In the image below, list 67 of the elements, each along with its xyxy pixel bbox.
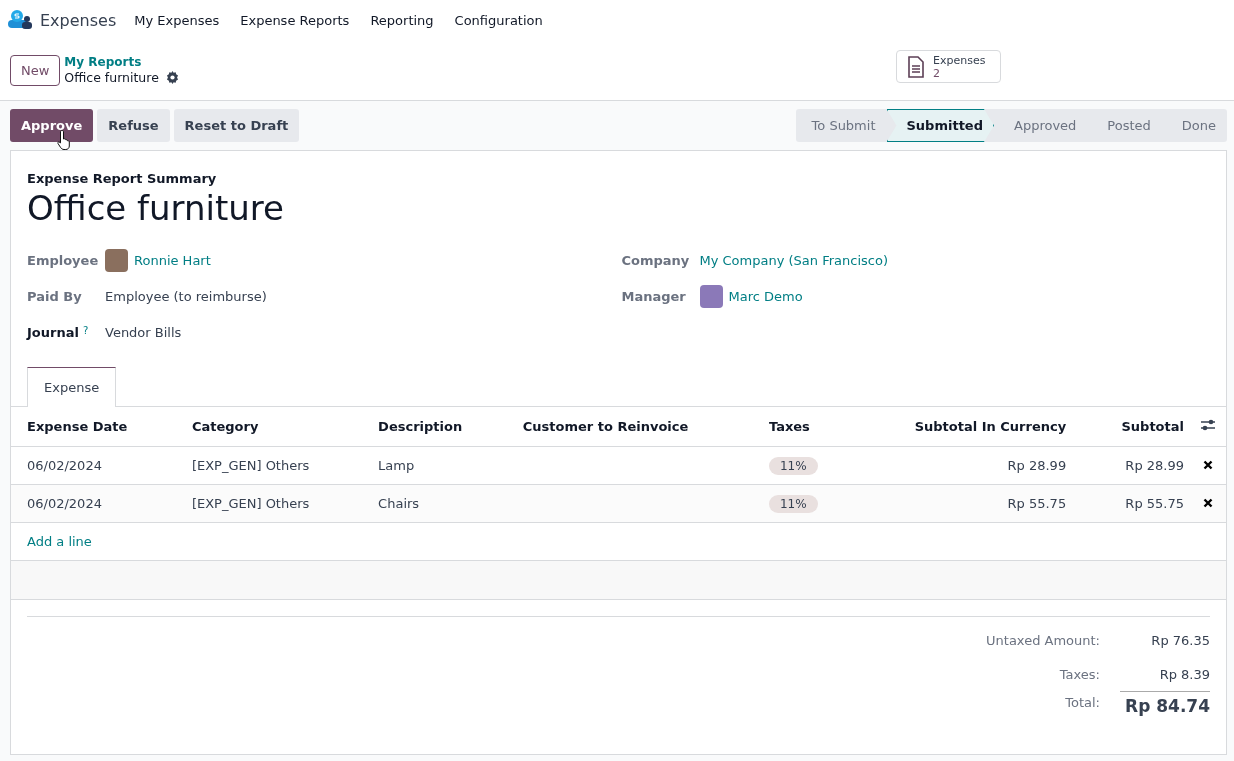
record-name: Office furniture — [64, 70, 159, 85]
form-subtitle: Expense Report Summary — [27, 171, 218, 186]
avatar-placeholder — [699, 284, 723, 308]
menu-item[interactable]: Configuration — [454, 12, 543, 28]
column-header[interactable]: Subtotal — [1082, 406, 1200, 447]
total-label: Untaxed Amount: — [985, 632, 1100, 648]
notebook-tab[interactable]: Expense — [27, 367, 117, 407]
action-button[interactable]: Approve — [10, 109, 94, 142]
table-cell: Rp 55.75 — [853, 484, 1083, 523]
help-tooltip[interactable]: ? — [82, 324, 89, 340]
table-cell: Chairs — [362, 484, 507, 523]
table-cell: [EXP_GEN] Others — [175, 446, 363, 485]
expenses-smart-button[interactable]: Expenses 2 — [896, 50, 1001, 83]
action-button[interactable]: Refuse — [97, 109, 170, 142]
total-amount: Rp 84.74 — [1120, 691, 1210, 716]
total-amount: Rp 8.39 — [1158, 666, 1210, 682]
field-label: Company — [621, 252, 690, 268]
table-cell: Rp 28.99 — [853, 446, 1083, 485]
add-line-link[interactable]: Add a line — [27, 534, 92, 549]
table-cell: 06/02/2024 — [11, 484, 176, 523]
field-value: Vendor Bills — [105, 324, 182, 340]
smart-button-count: 2 — [933, 66, 940, 80]
menu-item[interactable]: My Expenses — [134, 12, 220, 28]
column-settings-icon[interactable] — [1200, 418, 1216, 432]
status-stage[interactable]: Done — [1161, 109, 1227, 142]
total-label: Taxes: — [1058, 666, 1100, 682]
document-icon — [907, 55, 925, 78]
table-cell: [EXP_GEN] Others — [175, 484, 363, 523]
menu-item[interactable]: Reporting — [370, 12, 434, 28]
field-label: Journal — [27, 324, 79, 340]
breadcrumb-link[interactable]: My Reports — [64, 55, 179, 69]
person-link[interactable]: Marc Demo — [728, 288, 803, 304]
total-label: Total: — [1064, 694, 1100, 710]
field-label: Manager — [621, 288, 686, 304]
field-label: Paid By — [27, 288, 82, 304]
total-amount: Rp 76.35 — [1150, 632, 1210, 648]
status-stage[interactable]: Approved — [994, 109, 1088, 142]
smart-button-label: Expenses — [933, 53, 986, 67]
column-header[interactable]: Customer to Reinvoice — [506, 406, 753, 447]
app-logo-icon[interactable] — [8, 10, 32, 30]
status-stage[interactable]: Submitted — [886, 109, 994, 142]
action-button[interactable]: Reset to Draft — [173, 109, 300, 142]
new-button[interactable]: New — [10, 54, 61, 86]
person-link[interactable]: Ronnie Hart — [134, 252, 211, 268]
status-stage[interactable]: To Submit — [795, 109, 887, 142]
status-stage[interactable]: Posted — [1087, 109, 1162, 142]
column-header[interactable]: Subtotal In Currency — [853, 406, 1083, 447]
field-value: Employee (to reimburse) — [105, 288, 267, 304]
menu-item[interactable]: Expense Reports — [240, 12, 350, 28]
column-header[interactable]: Expense Date — [11, 406, 176, 447]
delete-icon[interactable] — [1203, 460, 1213, 470]
settings-icon[interactable] — [165, 71, 179, 84]
column-header[interactable]: Taxes — [752, 406, 854, 447]
tax-tag: 11% — [768, 495, 818, 513]
table-cell: Rp 28.99 — [1082, 446, 1200, 485]
table-cell: Rp 55.75 — [1082, 484, 1200, 523]
table-cell: Lamp — [362, 446, 507, 485]
table-cell: 06/02/2024 — [11, 446, 176, 485]
record-title: Office furniture — [27, 188, 285, 228]
column-header[interactable]: Description — [362, 406, 507, 447]
company-link[interactable]: My Company (San Francisco) — [699, 252, 888, 268]
avatar-placeholder — [105, 248, 128, 272]
delete-icon[interactable] — [1203, 498, 1213, 508]
field-label: Employee — [27, 252, 99, 268]
app-name[interactable]: Expenses — [40, 10, 117, 30]
column-header[interactable]: Category — [175, 406, 363, 447]
tax-tag: 11% — [768, 457, 818, 475]
